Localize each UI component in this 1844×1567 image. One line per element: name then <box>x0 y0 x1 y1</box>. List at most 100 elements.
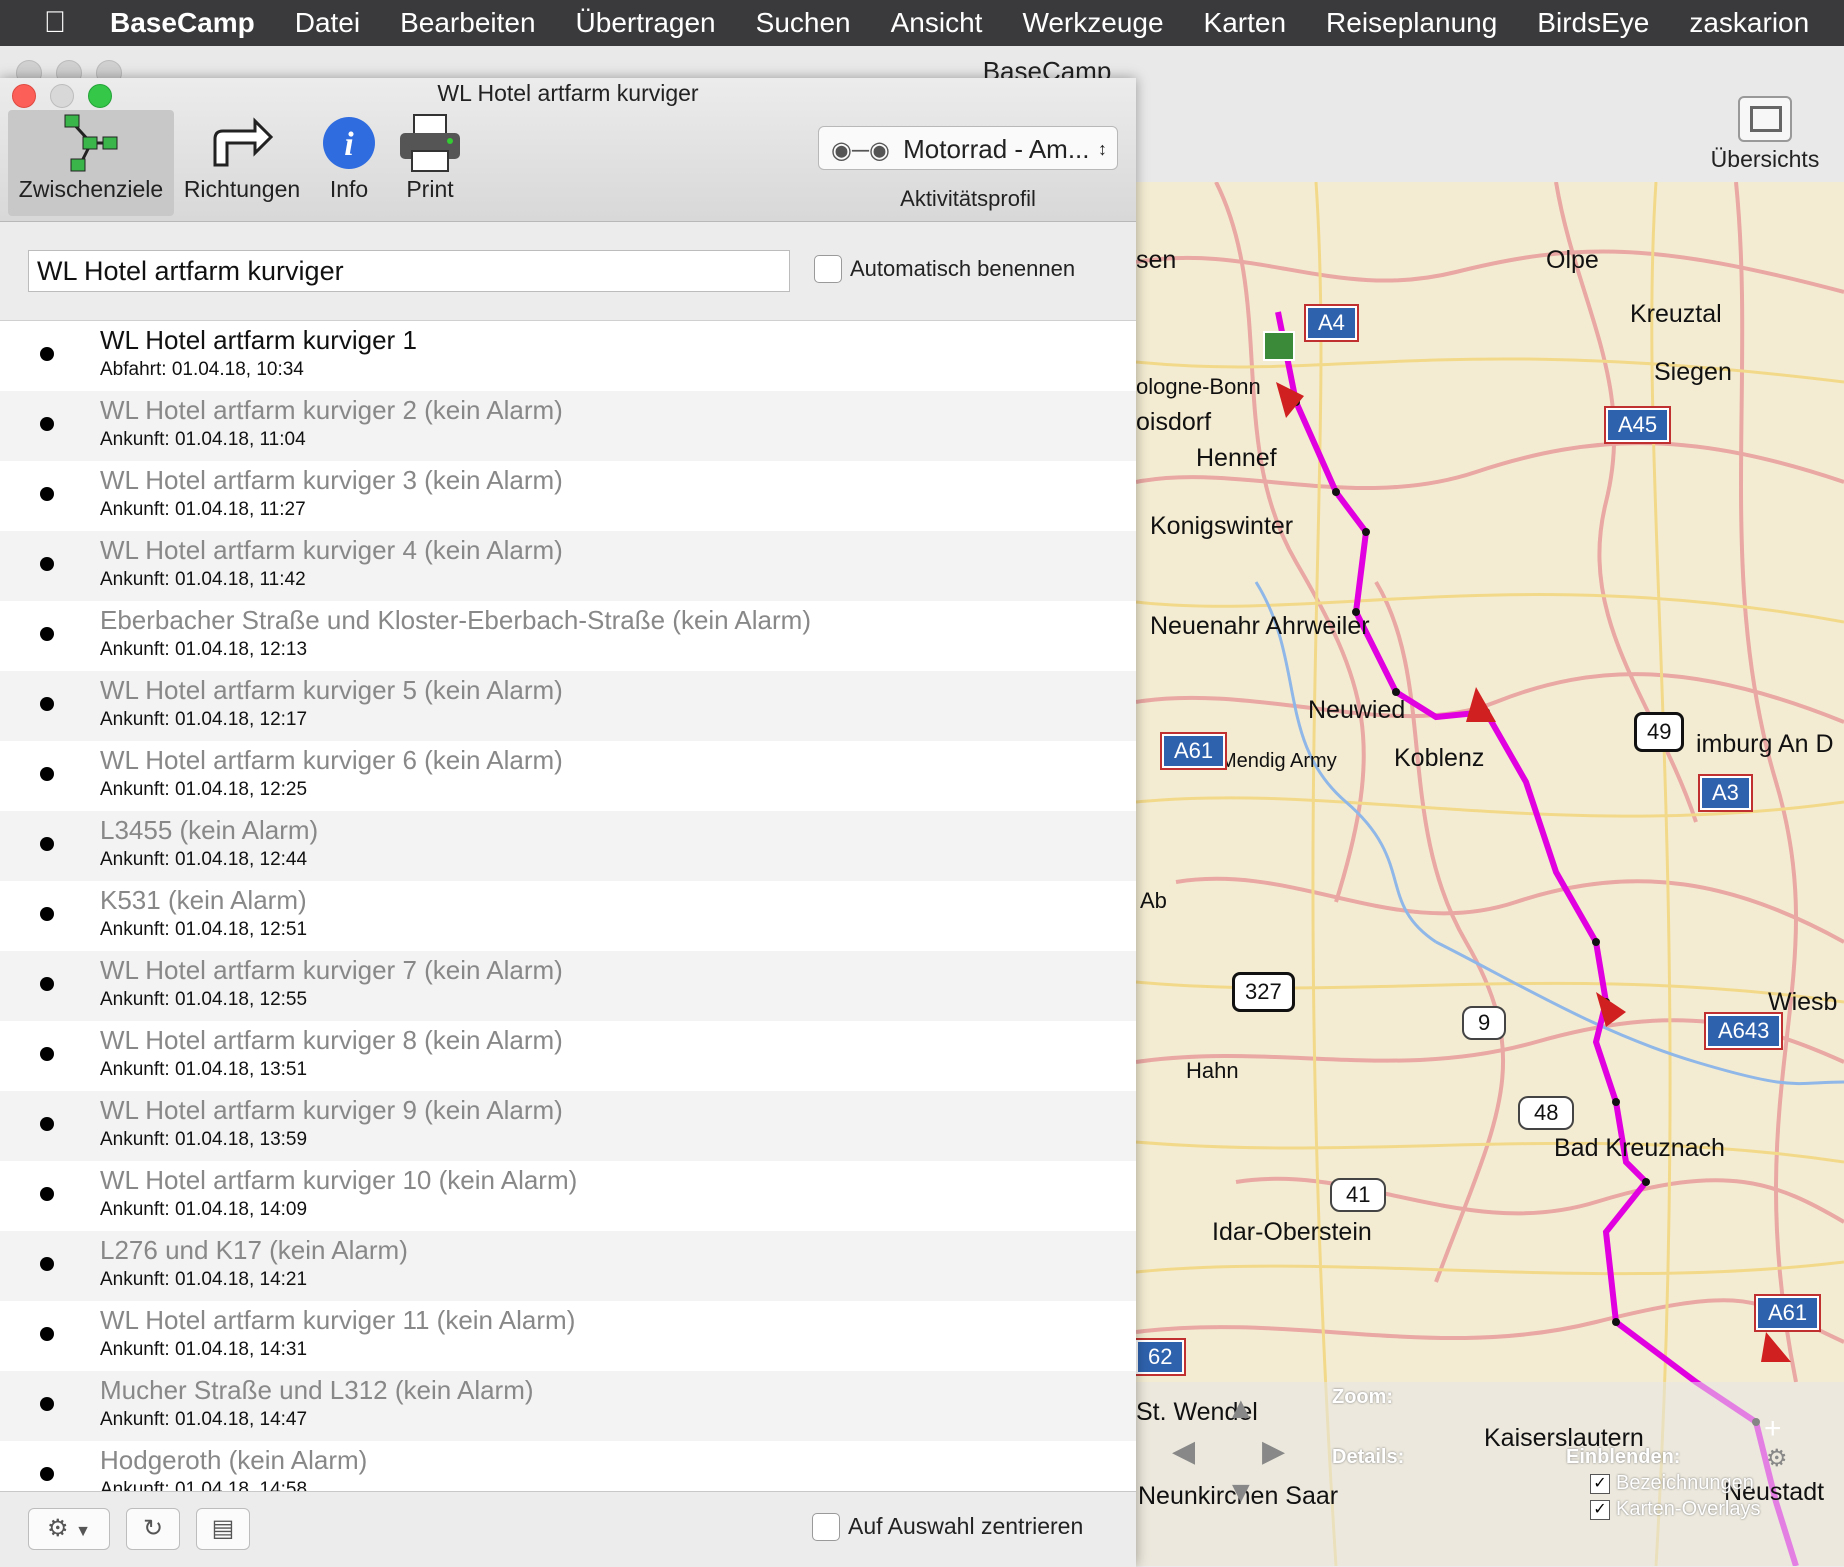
tab-directions-label: Richtungen <box>183 176 301 202</box>
route-point-time: Ankunft: 01.04.18, 14:21 <box>100 1269 308 1290</box>
route-point-time: Ankunft: 01.04.18, 12:13 <box>100 639 308 660</box>
menu-tools[interactable]: Werkzeuge <box>1002 7 1183 39</box>
map-place: Idar-Oberstein <box>1212 1218 1372 1246</box>
activity-profile-select[interactable]: ◉─◉ Motorrad - Am... ↕ <box>818 126 1118 170</box>
route-point-time: Ankunft: 01.04.18, 11:27 <box>100 499 306 520</box>
map-view[interactable]: sen Olpe Kreuztal Siegen ologne-Bonn ois… <box>1136 182 1844 1566</box>
settings-menu-button[interactable]: ⚙ ▼ <box>28 1508 110 1550</box>
bullet-icon <box>40 627 54 641</box>
route-point-row[interactable]: Eberbacher Straße und Kloster-Eberbach-S… <box>0 601 1136 671</box>
bullet-icon <box>40 1257 54 1271</box>
map-place: Siegen <box>1654 358 1732 386</box>
route-point-name: WL Hotel artfarm kurviger 10 (kein Alarm… <box>100 1165 578 1195</box>
overlays-checkbox[interactable]: ✓ <box>1590 1500 1610 1520</box>
menu-birdseye[interactable]: BirdsEye <box>1517 7 1669 39</box>
menu-view[interactable]: Ansicht <box>871 7 1003 39</box>
tab-directions[interactable]: Richtungen <box>180 110 304 216</box>
route-window-titlebar: WL Hotel artfarm kurviger <box>0 78 1136 108</box>
bullet-icon <box>40 417 54 431</box>
route-point-name: K531 (kein Alarm) <box>100 885 307 915</box>
labels-checkbox[interactable]: ✓ <box>1590 1474 1610 1494</box>
route-point-row[interactable]: WL Hotel artfarm kurviger 1 Abfahrt: 01.0… <box>0 321 1136 391</box>
refresh-icon: ↻ <box>142 1515 164 1542</box>
bullet-icon <box>40 767 54 781</box>
menu-maps[interactable]: Karten <box>1184 7 1307 39</box>
tab-waypoints-label: Zwischenziele <box>18 176 164 202</box>
route-point-name: WL Hotel artfarm kurviger 9 (kein Alarm) <box>100 1095 563 1125</box>
route-point-name: WL Hotel artfarm kurviger 4 (kein Alarm) <box>100 535 563 565</box>
route-point-row[interactable]: L3455 (kein Alarm) Ankunft: 01.04.18, 12:… <box>0 811 1136 881</box>
route-point-time: Abfahrt: 01.04.18, 10:34 <box>100 359 304 380</box>
menu-transfer[interactable]: Übertragen <box>556 7 736 39</box>
route-point-row[interactable]: L276 und K17 (kein Alarm) Ankunft: 01.04.… <box>0 1231 1136 1301</box>
route-point-row[interactable]: WL Hotel artfarm kurviger 3 (kein Alarm)… <box>0 461 1136 531</box>
route-point-row[interactable]: WL Hotel artfarm kurviger 4 (kein Alarm)… <box>0 531 1136 601</box>
route-point-row[interactable]: WL Hotel artfarm kurviger 9 (kein Alarm)… <box>0 1091 1136 1161</box>
refresh-button[interactable]: ↻ <box>126 1508 180 1550</box>
auto-name-option[interactable]: Automatisch benennen <box>814 255 1075 284</box>
route-window-title: WL Hotel artfarm kurviger <box>437 80 699 106</box>
tab-waypoints[interactable]: Zwischenziele <box>8 110 174 216</box>
route-line[interactable] <box>1275 311 1799 1566</box>
chevron-updown-icon: ↕ <box>1098 139 1107 159</box>
map-place: Olpe <box>1546 246 1599 274</box>
route-point-name: L3455 (kein Alarm) <box>100 815 319 845</box>
menu-search[interactable]: Suchen <box>736 7 871 39</box>
auto-name-checkbox[interactable] <box>814 255 842 284</box>
route-point-row[interactable]: WL Hotel artfarm kurviger 8 (kein Alarm)… <box>0 1021 1136 1091</box>
route-name-bar: Automatisch benennen <box>0 222 1136 321</box>
gear-icon[interactable]: ⚙ <box>1766 1444 1788 1473</box>
route-point-list[interactable]: WL Hotel artfarm kurviger 1 Abfahrt: 01.0… <box>0 321 1136 1491</box>
zoom-label: Zoom: <box>1332 1386 1394 1408</box>
center-selection-checkbox[interactable] <box>812 1512 840 1541</box>
pan-up-icon[interactable]: ▲ <box>1226 1392 1256 1426</box>
route-point-row[interactable]: Mucher Straße und L312 (kein Alarm) Ankun… <box>0 1371 1136 1441</box>
map-place: Hennef <box>1196 444 1277 472</box>
pan-left-icon[interactable]: ◀ <box>1172 1434 1195 1469</box>
route-point-time: Ankunft: 01.04.18, 14:09 <box>100 1199 308 1220</box>
route-name-input[interactable] <box>28 250 790 292</box>
map-place: ologne-Bonn <box>1136 374 1261 399</box>
overview-button[interactable]: Übersichts <box>1700 96 1830 173</box>
elevation-profile-button[interactable]: ▤ <box>196 1508 250 1550</box>
center-selection-option[interactable]: Auf Auswahl zentrieren <box>812 1512 1083 1541</box>
map-place: Kreuztal <box>1630 300 1722 328</box>
turn-right-arrow-icon <box>180 110 304 176</box>
route-point-row[interactable]: K531 (kein Alarm) Ankunft: 01.04.18, 12:5… <box>0 881 1136 951</box>
route-point-name: WL Hotel artfarm kurviger 11 (kein Alarm… <box>100 1305 576 1335</box>
bullet-icon <box>40 557 54 571</box>
route-point-time: Ankunft: 01.04.18, 12:17 <box>100 709 308 730</box>
route-point-row[interactable]: WL Hotel artfarm kurviger 11 (kein Alarm… <box>0 1301 1136 1371</box>
apple-menu-icon[interactable]:  <box>0 6 110 40</box>
route-point-row[interactable]: WL Hotel artfarm kurviger 10 (kein Alarm… <box>0 1161 1136 1231</box>
zoom-in-icon[interactable]: + <box>1764 1412 1782 1446</box>
map-place: Neuwied <box>1308 696 1406 724</box>
menu-edit[interactable]: Bearbeiten <box>380 7 555 39</box>
print-button[interactable]: Print <box>394 110 466 216</box>
motorway-shield: A61 <box>1159 732 1228 770</box>
tab-info[interactable]: i Info <box>316 110 382 216</box>
map-place: Neuenahr Ahrweiler <box>1150 612 1370 640</box>
start-flag-icon[interactable] <box>1263 331 1295 361</box>
road-shield: 327 <box>1232 972 1295 1012</box>
route-point-name: Hodgeroth (kein Alarm) <box>100 1445 368 1475</box>
overview-icon <box>1738 96 1792 142</box>
route-point-row[interactable]: Hodgeroth (kein Alarm) Ankunft: 01.04.18,… <box>0 1441 1136 1491</box>
route-point-row[interactable]: WL Hotel artfarm kurviger 5 (kein Alarm)… <box>0 671 1136 741</box>
bullet-icon <box>40 487 54 501</box>
pan-right-icon[interactable]: ▶ <box>1262 1434 1285 1469</box>
route-point-row[interactable]: WL Hotel artfarm kurviger 7 (kein Alarm)… <box>0 951 1136 1021</box>
overlays-option: Karten-Overlays <box>1616 1498 1761 1520</box>
menu-app[interactable]: BaseCamp <box>110 7 275 39</box>
route-point-row[interactable]: WL Hotel artfarm kurviger 2 (kein Alarm)… <box>0 391 1136 461</box>
route-point-time: Ankunft: 01.04.18, 14:58 <box>100 1479 308 1491</box>
tab-info-label: Info <box>329 176 369 202</box>
pan-down-icon[interactable]: ▼ <box>1226 1476 1256 1510</box>
motorway-shield: A643 <box>1703 1012 1784 1050</box>
menu-trip-planning[interactable]: Reiseplanung <box>1306 7 1517 39</box>
route-point-name: WL Hotel artfarm kurviger 1 <box>100 325 417 355</box>
bullet-icon <box>40 907 54 921</box>
menu-file[interactable]: Datei <box>275 7 380 39</box>
menu-user[interactable]: zaskarion <box>1669 7 1829 39</box>
route-point-row[interactable]: WL Hotel artfarm kurviger 6 (kein Alarm)… <box>0 741 1136 811</box>
